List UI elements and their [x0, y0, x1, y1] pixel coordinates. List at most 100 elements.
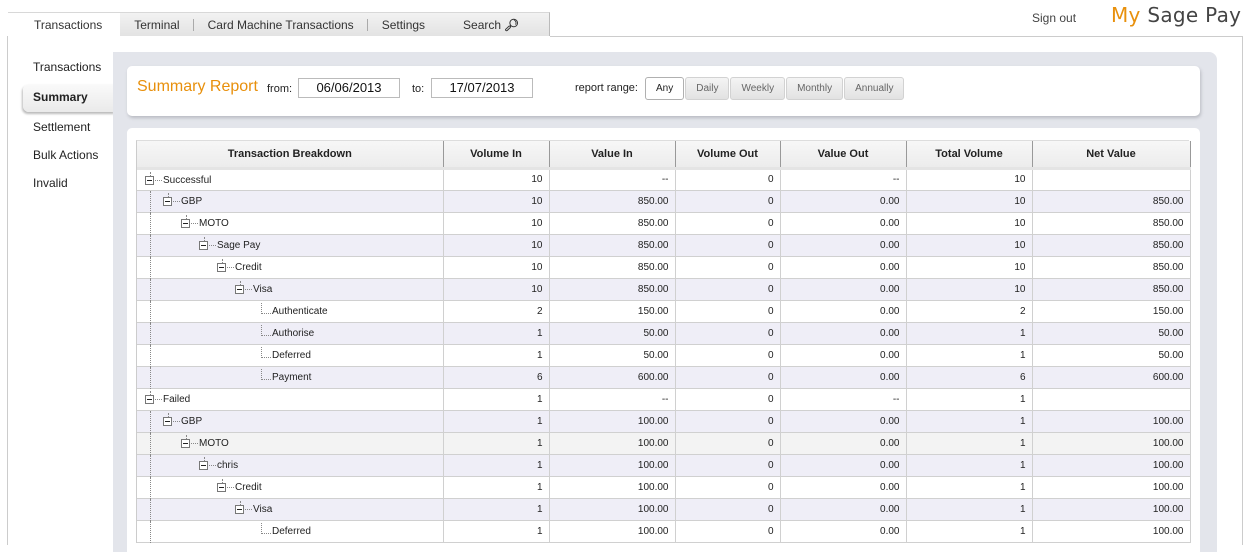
tree-connector [191, 222, 198, 224]
sidebar-item-transactions[interactable]: Transactions [23, 54, 115, 82]
volume-in-cell: 10 [443, 234, 550, 257]
tree-node: GBP [163, 412, 202, 427]
table-row[interactable]: Successful 10 -- 0 -- 10 [137, 168, 1191, 191]
sidebar: Transactions Summary Settlement Bulk Act… [23, 54, 115, 198]
to-date-input[interactable]: 17/07/2013 [431, 78, 533, 98]
tree-connector [155, 398, 162, 400]
value-out-cell: 0.00 [780, 476, 907, 499]
from-date-input[interactable]: 06/06/2013 [298, 78, 400, 98]
volume-in-cell: 10 [443, 212, 550, 235]
collapse-icon[interactable] [145, 390, 154, 404]
column-header[interactable]: Volume In [443, 141, 550, 170]
sidebar-item-settlement[interactable]: Settlement [23, 114, 115, 142]
breakdown-cell: GBP [137, 190, 444, 213]
table-row[interactable]: Failed 1 -- 0 -- 1 [137, 388, 1191, 411]
collapse-icon[interactable] [199, 236, 208, 250]
tree-guide [150, 300, 151, 323]
range-weekly-button[interactable]: Weekly [730, 77, 786, 100]
volume-in-cell: 1 [443, 322, 550, 345]
report-range-label: report range: [575, 82, 638, 94]
table-row[interactable]: GBP 10 850.00 0 0.00 10 850.00 [137, 190, 1191, 213]
tree-guide [150, 234, 151, 257]
frame-border [7, 36, 8, 545]
value-out-cell: 0.00 [780, 410, 907, 433]
column-header[interactable]: Volume Out [675, 141, 781, 170]
net-value-cell: 100.00 [1032, 498, 1191, 521]
collapse-icon[interactable] [235, 280, 244, 294]
collapse-icon[interactable] [181, 434, 190, 448]
net-value-cell: 100.00 [1032, 454, 1191, 477]
table-row[interactable]: MOTO 10 850.00 0 0.00 10 850.00 [137, 212, 1191, 235]
total-volume-cell: 10 [906, 234, 1033, 257]
net-value-cell [1032, 388, 1191, 411]
tab-card-machine-transactions[interactable]: Card Machine Transactions [194, 13, 368, 37]
collapse-icon[interactable] [217, 478, 226, 492]
tree-guide [150, 344, 151, 367]
column-header[interactable]: Net Value [1032, 141, 1191, 170]
breakdown-cell: Payment [137, 366, 444, 389]
column-header[interactable]: Value In [549, 141, 676, 170]
tab-transactions[interactable]: Transactions [8, 12, 121, 38]
volume-out-cell: 0 [675, 432, 781, 455]
table-row[interactable]: Authenticate 2 150.00 0 0.00 2 150.00 [137, 300, 1191, 323]
collapse-icon[interactable] [199, 456, 208, 470]
table-row[interactable]: GBP 1 100.00 0 0.00 1 100.00 [137, 410, 1191, 433]
collapse-icon[interactable] [163, 192, 172, 206]
column-header[interactable]: Value Out [780, 141, 907, 170]
value-in-cell: 850.00 [549, 212, 676, 235]
net-value-cell: 150.00 [1032, 300, 1191, 323]
volume-out-cell: 0 [675, 476, 781, 499]
tree-node: Credit [217, 478, 262, 493]
table-row[interactable]: Sage Pay 10 850.00 0 0.00 10 850.00 [137, 234, 1191, 257]
tree-connector [261, 346, 271, 358]
tree-connector [209, 464, 216, 466]
value-in-cell: -- [549, 388, 676, 411]
tab-settings[interactable]: Settings [368, 13, 439, 37]
breakdown-cell: Deferred [137, 520, 444, 543]
table-row[interactable]: MOTO 1 100.00 0 0.00 1 100.00 [137, 432, 1191, 455]
sidebar-item-summary[interactable]: Summary [23, 84, 115, 112]
value-out-cell: -- [780, 168, 907, 191]
column-header[interactable]: Transaction Breakdown [137, 141, 444, 170]
tree-node: Visa [235, 500, 272, 515]
sign-out-link[interactable]: Sign out [1032, 11, 1076, 25]
range-annually-button[interactable]: Annually [844, 77, 905, 100]
collapse-icon[interactable] [181, 214, 190, 228]
table-row[interactable]: chris 1 100.00 0 0.00 1 100.00 [137, 454, 1191, 477]
net-value-cell: 100.00 [1032, 520, 1191, 543]
table-row[interactable]: Deferred 1 50.00 0 0.00 1 50.00 [137, 344, 1191, 367]
breakdown-cell: Deferred [137, 344, 444, 367]
table-row[interactable]: Visa 1 100.00 0 0.00 1 100.00 [137, 498, 1191, 521]
table-row[interactable]: Deferred 1 100.00 0 0.00 1 100.00 [137, 520, 1191, 543]
breakdown-cell: MOTO [137, 432, 444, 455]
tab-search[interactable]: Search 🔍︎ [449, 13, 533, 37]
table-row[interactable]: Authorise 1 50.00 0 0.00 1 50.00 [137, 322, 1191, 345]
range-monthly-button[interactable]: Monthly [786, 77, 844, 100]
tree-guide [150, 410, 151, 433]
volume-out-cell: 0 [675, 190, 781, 213]
table-row[interactable]: Credit 1 100.00 0 0.00 1 100.00 [137, 476, 1191, 499]
volume-in-cell: 1 [443, 454, 550, 477]
breakdown-cell: Visa [137, 498, 444, 521]
table-row[interactable]: Visa 10 850.00 0 0.00 10 850.00 [137, 278, 1191, 301]
tab-terminal[interactable]: Terminal [120, 13, 194, 37]
column-header[interactable]: Total Volume [906, 141, 1033, 170]
value-out-cell: 0.00 [780, 520, 907, 543]
range-any-button[interactable]: Any [645, 77, 685, 100]
total-volume-cell: 1 [906, 432, 1033, 455]
collapse-icon[interactable] [235, 500, 244, 514]
table-row[interactable]: Credit 10 850.00 0 0.00 10 850.00 [137, 256, 1191, 279]
collapse-icon[interactable] [163, 412, 172, 426]
page-title: Summary Report [137, 78, 258, 95]
range-daily-button[interactable]: Daily [685, 77, 730, 100]
net-value-cell: 100.00 [1032, 476, 1191, 499]
table-row[interactable]: Payment 6 600.00 0 0.00 6 600.00 [137, 366, 1191, 389]
collapse-icon[interactable] [145, 171, 154, 185]
row-label: Successful [163, 174, 212, 186]
sidebar-item-bulk-actions[interactable]: Bulk Actions [23, 142, 115, 170]
tree-guide [150, 454, 151, 477]
collapse-icon[interactable] [217, 258, 226, 272]
sidebar-item-invalid[interactable]: Invalid [23, 170, 115, 198]
tree-connector [245, 508, 252, 510]
value-out-cell: 0.00 [780, 212, 907, 235]
